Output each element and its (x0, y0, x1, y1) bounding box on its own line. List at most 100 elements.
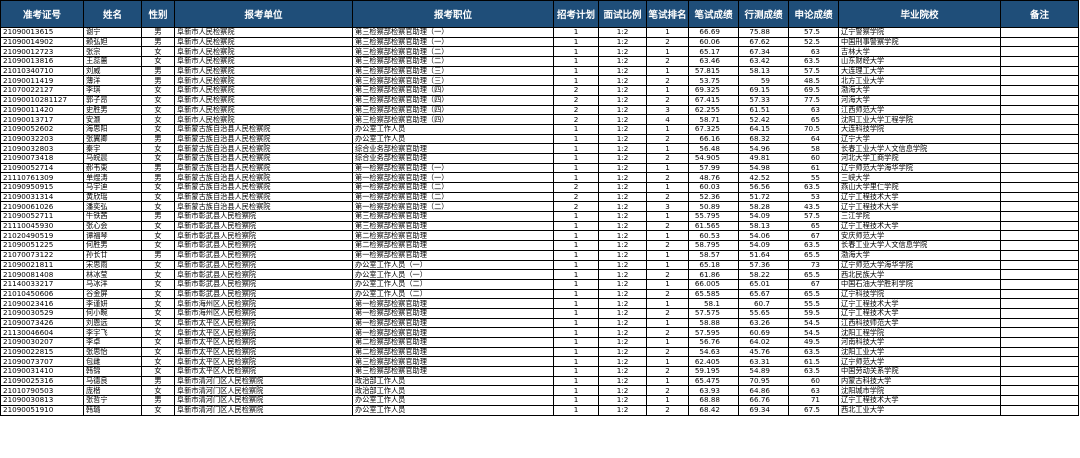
table-row: 21090030813 张哲宁男阜新市清河门区人民检察院 办公室工作人员 1 1:2 1 6… (0, 395, 1079, 406)
cell-written-score: 66.69 (688, 27, 739, 38)
cell-unit: 阜新市人民检察院 (174, 65, 353, 77)
cell-unit: 阜新市彰武县人民检察院 (174, 230, 353, 242)
cell-gender: 女 (141, 337, 175, 348)
cell-aptitude-score: 57.36 (738, 259, 789, 271)
cell-school: 辽宁工程技术大学 (838, 201, 1001, 213)
cell-aptitude-score: 51.72 (738, 191, 789, 203)
cell-aptitude-score: 54.98 (738, 162, 789, 174)
cell-exam-id: 21140033217 (0, 278, 84, 290)
cell-rank: 1 (646, 182, 689, 193)
cell-written-score: 56.48 (688, 143, 739, 154)
cell-essay-score: 64 (788, 133, 839, 145)
cell-school: 沈阳城市学院 (838, 385, 1001, 397)
cell-rank: 1 (646, 278, 689, 290)
cell-aptitude-score: 67.34 (738, 46, 789, 58)
cell-ratio: 1:2 (598, 366, 647, 377)
cell-rank: 2 (646, 288, 689, 300)
table-row: 21010450606 谷金屏女阜新市彰武县人民检察院 办公室工作人员（二） 1 1:2… (0, 288, 1079, 300)
cell-unit: 阜新蒙古族自治县人民检察院 (174, 201, 353, 213)
cell-plan: 1 (553, 298, 599, 309)
cell-ratio: 1:2 (598, 75, 647, 87)
cell-rank: 2 (646, 152, 689, 164)
cell-gender: 女 (141, 220, 175, 232)
cell-rank: 1 (646, 337, 689, 348)
cell-school: 中国刑事警察学院 (838, 36, 1001, 48)
cell-ratio: 1:2 (598, 46, 647, 58)
cell-gender: 女 (141, 85, 175, 96)
table-row: 21090013615 谢宁男阜新市人民检察院 第三检察部检察官助理（一） 1 1:2 1… (0, 27, 1079, 38)
cell-written-score: 58.88 (688, 317, 739, 329)
cell-written-score: 60.03 (688, 182, 739, 193)
table-row: 21090052602 海思阳女阜新蒙古族自治县人民检察院 办公室工作人员 1 1:2 1… (0, 123, 1079, 135)
cell-name: 韩璐 (83, 404, 142, 416)
table-row: 21140033217 马冰洋女阜新市彰武县人民检察院 办公室工作人员（二） 1 1:2… (0, 278, 1079, 290)
cell-name: 马皖晨 (83, 152, 142, 164)
cell-written-score: 66.16 (688, 133, 739, 145)
cell-exam-id: 21090073707 (0, 356, 84, 368)
cell-name: 牛铁茜 (83, 211, 142, 222)
cell-rank: 2 (646, 346, 689, 358)
cell-essay-score: 61 (788, 162, 839, 174)
cell-essay-score: 54.5 (788, 317, 839, 329)
table-row: 21110045930 张心会女阜新市彰武县人民检察院 第三检察部检察官助理 1 1:2… (0, 220, 1079, 232)
cell-gender: 女 (141, 104, 175, 116)
cell-unit: 阜新市海州区人民检察院 (174, 298, 353, 309)
cell-gender: 女 (141, 230, 175, 242)
cell-rank: 2 (646, 172, 689, 183)
cell-school: 三峡大学 (838, 172, 1001, 183)
cell-rank: 2 (646, 75, 689, 87)
cell-rank: 1 (646, 27, 689, 38)
cell-written-score: 68.42 (688, 404, 739, 416)
cell-position: 第一检察部检察官助理 (352, 249, 554, 261)
cell-school: 渤海大学 (838, 249, 1001, 261)
cell-plan: 2 (553, 191, 599, 203)
cell-aptitude-score: 59 (738, 75, 789, 87)
cell-position: 第三检察部检察官助理（一） (352, 27, 554, 38)
cell-ratio: 1:2 (598, 114, 647, 125)
cell-position: 第三检察部检察官助理（四） (352, 104, 554, 116)
cell-written-score: 60.06 (688, 36, 739, 48)
cell-plan: 1 (553, 375, 599, 387)
table-row: 21090052714 郝韦東男阜新蒙古族自治县人民检察院 第一检察部检察官助理（一… (0, 162, 1079, 174)
cell-exam-id: 21090031410 (0, 366, 84, 377)
table-row: 21090025316 马德良男阜新市清河门区人民检察院 政治部工作人员 1 1:2 1 6… (0, 375, 1079, 387)
cell-aptitude-score: 64.02 (738, 337, 789, 348)
cell-position: 综合业务部检察官助理 (352, 152, 554, 164)
cell-written-score: 57.815 (688, 65, 739, 77)
cell-school: 长春工业大学人文信息学院 (838, 240, 1001, 251)
cell-school: 吉林大学 (838, 46, 1001, 58)
cell-essay-score: 63.5 (788, 346, 839, 358)
cell-plan: 2 (553, 94, 599, 106)
cell-name: 张心会 (83, 220, 142, 232)
table-row: 21070022127 李琪女阜新市人民检察院 第三检察部检察官助理（四） 2 1:2 1… (0, 85, 1079, 96)
table-row: 21090031314 黄欣瑶女阜新蒙古族自治县人民检察院 第一检察部检察官助理（二… (0, 191, 1079, 203)
cell-ratio: 1:2 (598, 307, 647, 319)
header-row: 准考证号 姓名 性别 报考单位 报考职位 招考计划 面试比例 笔试排名 笔试成绩… (0, 0, 1079, 28)
cell-remarks (1000, 404, 1079, 416)
cell-unit: 阜新市人民检察院 (174, 27, 353, 38)
cell-gender: 男 (141, 75, 175, 87)
cell-gender: 女 (141, 404, 175, 416)
cell-ratio: 1:2 (598, 152, 647, 164)
cell-rank: 1 (646, 230, 689, 242)
cell-position: 第三检察部检察官助理 (352, 211, 554, 222)
cell-written-score: 62.405 (688, 356, 739, 368)
cell-school: 辽宁工程技术大学 (838, 307, 1001, 319)
cell-position: 办公室工作人员 (352, 123, 554, 135)
cell-school: 辽宁大学 (838, 133, 1001, 145)
cell-aptitude-score: 56.56 (738, 182, 789, 193)
cell-gender: 女 (141, 366, 175, 377)
cell-ratio: 1:2 (598, 317, 647, 329)
cell-name: 韩锦 (83, 366, 142, 377)
cell-plan: 1 (553, 307, 599, 319)
cell-position: 第一检察部检察官助理 (352, 298, 554, 309)
cell-position: 办公室工作人员（二） (352, 288, 554, 300)
cell-aptitude-score: 64.15 (738, 123, 789, 135)
cell-exam-id: 21090032803 (0, 143, 84, 154)
cell-plan: 2 (553, 85, 599, 96)
cell-remarks (1000, 104, 1079, 116)
cell-school: 辽宁师范大学海华学院 (838, 162, 1001, 174)
cell-school: 江西师范大学 (838, 104, 1001, 116)
cell-plan: 1 (553, 123, 599, 135)
cell-unit: 阜新市太平区人民检察院 (174, 337, 353, 348)
